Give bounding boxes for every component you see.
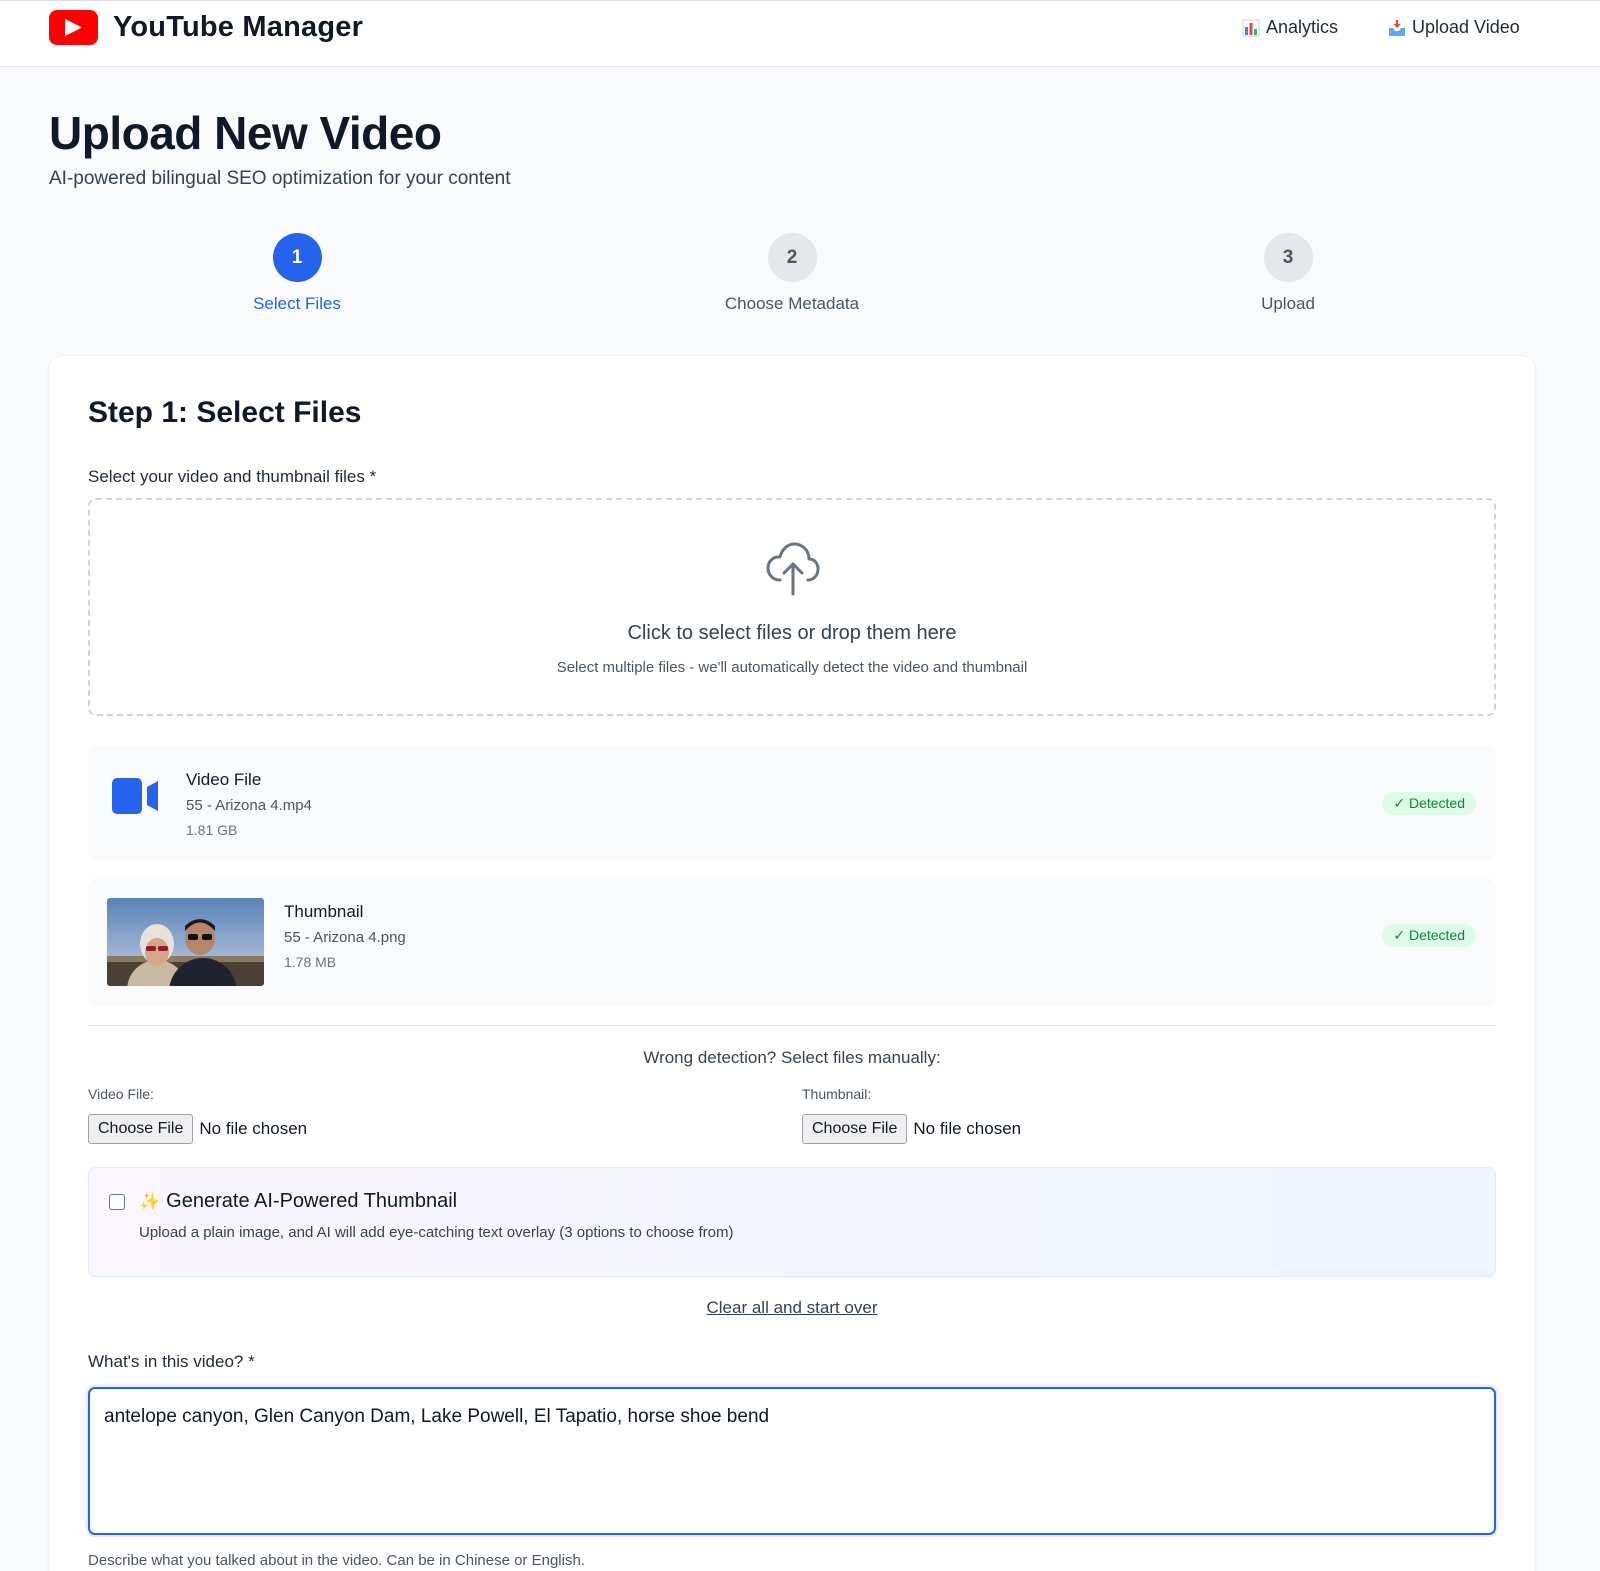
video-camera-icon xyxy=(112,778,160,819)
thumbnail-file-input: Choose File No file chosen xyxy=(802,1114,1021,1144)
ai-thumbnail-option: ✨ Generate AI-Powered Thumbnail Upload a… xyxy=(88,1167,1496,1277)
video-description-textarea[interactable]: antelope canyon, Glen Canyon Dam, Lake P… xyxy=(88,1387,1496,1535)
file-type-label: Video File xyxy=(186,770,262,789)
ai-thumbnail-description: Upload a plain image, and AI will add ey… xyxy=(139,1224,734,1241)
cloud-upload-icon xyxy=(766,540,820,601)
nav-upload-video-link[interactable]: Upload Video xyxy=(1388,17,1520,38)
top-navbar: YouTube Manager Analytics Upload Video xyxy=(0,0,1600,67)
step-number: 1 xyxy=(272,233,322,282)
clear-all-link[interactable]: Clear all and start over xyxy=(49,1298,1535,1318)
ai-thumbnail-checkbox[interactable] xyxy=(109,1194,125,1210)
dropzone-title: Click to select files or drop them here xyxy=(627,622,957,644)
file-type-label: Thumbnail xyxy=(284,902,364,921)
video-no-file-text: No file chosen xyxy=(199,1119,308,1138)
nav-analytics-link[interactable]: Analytics xyxy=(1242,17,1338,38)
choose-video-file-button[interactable]: Choose File xyxy=(88,1114,194,1144)
thumbnail-preview-image xyxy=(107,898,264,986)
page-title: Upload New Video xyxy=(49,107,442,159)
ai-thumbnail-title-row[interactable]: ✨ Generate AI-Powered Thumbnail xyxy=(139,1190,457,1213)
file-size: 1.78 MB xyxy=(284,954,337,970)
detected-thumbnail-file: Thumbnail 55 - Arizona 4.png 1.78 MB ✓ D… xyxy=(88,878,1496,1006)
bar-chart-icon xyxy=(1242,19,1260,37)
manual-thumbnail-label: Thumbnail: xyxy=(802,1086,872,1102)
file-dropzone[interactable]: Click to select files or drop them here … xyxy=(88,498,1496,716)
nav-analytics-label: Analytics xyxy=(1266,17,1339,37)
select-files-card: Step 1: Select Files Select your video a… xyxy=(49,356,1535,1571)
video-description-hint: Describe what you talked about in the vi… xyxy=(88,1552,585,1569)
section-divider xyxy=(88,1025,1496,1026)
manual-video-label: Video File: xyxy=(88,1086,154,1102)
thumbnail-no-file-text: No file chosen xyxy=(913,1119,1022,1138)
brand-title[interactable]: YouTube Manager xyxy=(113,11,363,44)
step-label: Choose Metadata xyxy=(724,294,860,313)
step-upload: 3 Upload xyxy=(1188,233,1388,314)
detected-badge: ✓ Detected xyxy=(1382,924,1476,947)
manual-select-title: Wrong detection? Select files manually: xyxy=(643,1048,941,1067)
step-number: 2 xyxy=(767,233,817,282)
dropzone-subtitle: Select multiple files - we'll automatica… xyxy=(556,659,1028,676)
ai-thumbnail-title: Generate AI-Powered Thumbnail xyxy=(166,1190,458,1212)
card-title: Step 1: Select Files xyxy=(88,396,362,429)
choose-thumbnail-file-button[interactable]: Choose File xyxy=(802,1114,908,1144)
files-field-label: Select your video and thumbnail files * xyxy=(88,467,377,486)
step-label: Upload xyxy=(1261,294,1315,313)
inbox-tray-icon xyxy=(1388,19,1406,37)
video-file-input: Choose File No file chosen xyxy=(88,1114,307,1144)
detected-video-file: Video File 55 - Arizona 4.mp4 1.81 GB ✓ … xyxy=(88,746,1496,860)
nav-upload-video-label: Upload Video xyxy=(1412,17,1520,37)
step-label: Select Files xyxy=(253,294,341,313)
video-description-label: What's in this video? * xyxy=(88,1352,255,1371)
detected-badge: ✓ Detected xyxy=(1382,792,1476,815)
youtube-logo-icon[interactable] xyxy=(49,10,98,45)
file-name: 55 - Arizona 4.png xyxy=(284,929,406,946)
file-name: 55 - Arizona 4.mp4 xyxy=(186,797,312,814)
step-choose-metadata: 2 Choose Metadata xyxy=(692,233,892,314)
file-size: 1.81 GB xyxy=(186,822,238,838)
step-number: 3 xyxy=(1263,233,1313,282)
step-select-files: 1 Select Files xyxy=(197,233,397,314)
page-subtitle: AI-powered bilingual SEO optimization fo… xyxy=(49,168,511,189)
sparkles-icon: ✨ xyxy=(139,1191,161,1211)
